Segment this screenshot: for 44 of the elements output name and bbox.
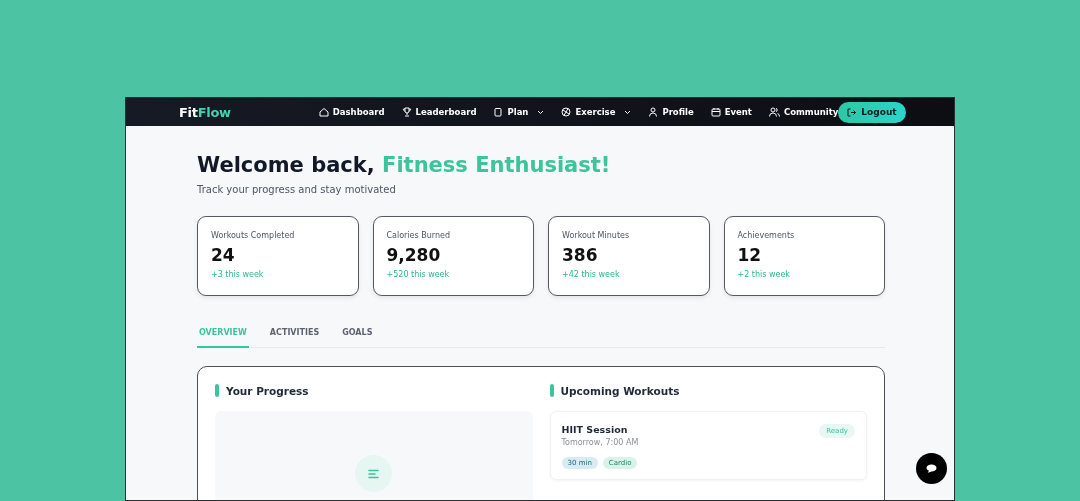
- stat-change: +520 this week: [386, 270, 451, 279]
- section-title: Upcoming Workouts: [560, 384, 680, 397]
- stat-label: Achievements: [737, 231, 796, 240]
- nav-link[interactable]: Plan: [493, 107, 545, 117]
- stat-change: +42 this week: [562, 270, 621, 279]
- nav-link[interactable]: Community: [768, 107, 839, 117]
- logout-button[interactable]: Logout: [838, 101, 906, 123]
- lines-icon: [355, 455, 393, 492]
- nav-link[interactable]: Event: [710, 107, 752, 117]
- nav-link[interactable]: Exercise: [561, 107, 632, 117]
- accent-bar: [215, 384, 219, 397]
- users-icon: [768, 107, 780, 117]
- clipboard-icon: [493, 107, 504, 117]
- welcome-heading: Welcome back, Fitness Enthusiast!: [197, 152, 612, 179]
- ball-icon: [561, 107, 572, 117]
- caret-icon: [537, 110, 545, 115]
- workout-time: Tomorrow, 7:00 AM: [561, 438, 639, 447]
- logout-icon: [847, 107, 857, 117]
- stat-value: 386: [562, 244, 599, 266]
- nav-link[interactable]: Dashboard: [318, 107, 385, 117]
- section-title: Your Progress: [226, 384, 309, 397]
- nav-link[interactable]: Leaderboard: [401, 107, 477, 117]
- accent-bar: [549, 384, 554, 397]
- stat-change: +3 this week: [211, 270, 265, 279]
- stat-value: 9,280: [386, 244, 442, 266]
- caret-icon: [624, 110, 632, 115]
- calendar-icon: [710, 107, 721, 117]
- stat-label: Workout Minutes: [562, 231, 631, 240]
- home-icon: [318, 107, 329, 117]
- chat-button[interactable]: [916, 453, 947, 484]
- chat-bubble-icon: [926, 464, 937, 473]
- stat-change: +2 this week: [737, 270, 791, 279]
- stat-value: 12: [737, 244, 763, 266]
- nav-link[interactable]: Profile: [648, 107, 694, 117]
- logo[interactable]: FitFlow: [179, 104, 231, 120]
- stat-value: 24: [211, 244, 236, 266]
- user-icon: [648, 107, 659, 117]
- trophy-icon: [401, 107, 412, 117]
- tab[interactable]: GOALS: [340, 322, 375, 348]
- workout-title: HIIT Session: [561, 424, 629, 435]
- tab[interactable]: ACTIVITIES: [267, 322, 322, 348]
- welcome-subtitle: Track your progress and stay motivated: [197, 184, 397, 195]
- stat-label: Workouts Completed: [211, 231, 296, 240]
- stat-label: Calories Burned: [386, 231, 452, 240]
